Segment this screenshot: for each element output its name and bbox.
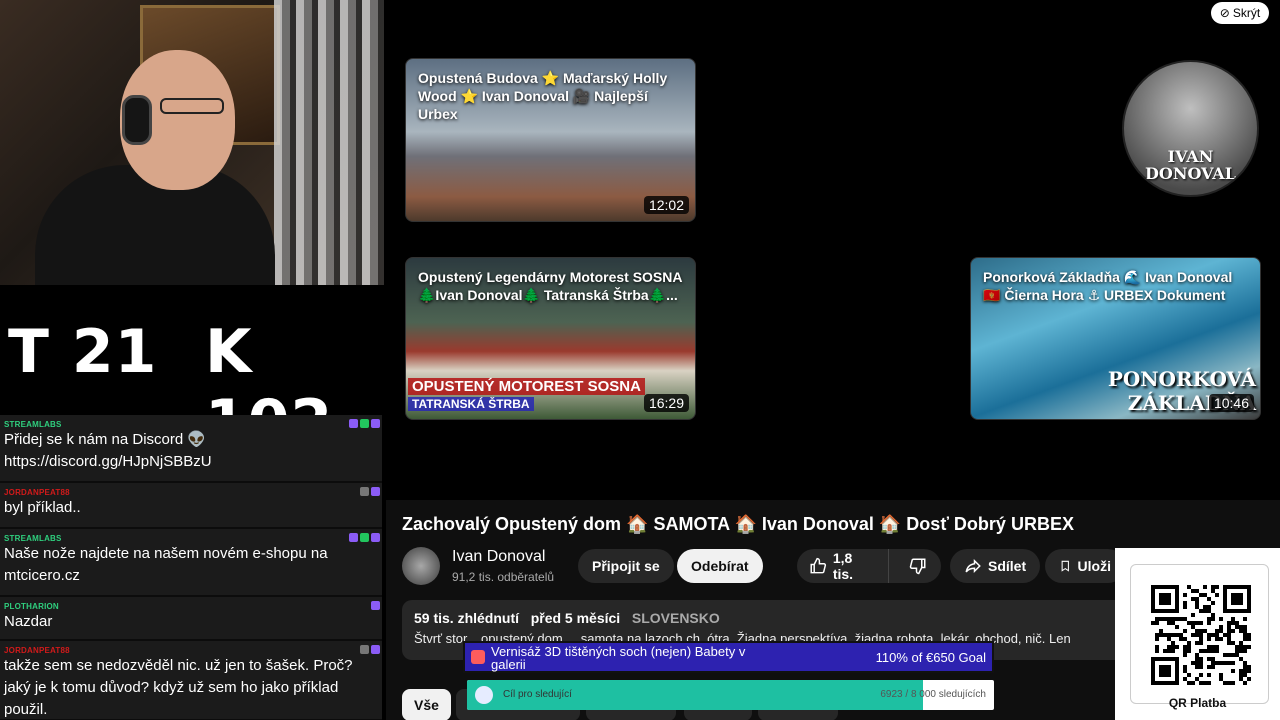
chat-text: takže sem se nedozvěděl nic. už jen to š… [4,657,353,718]
video-duration: 10:46 [1208,394,1254,412]
badge-icon [371,419,380,428]
qr-box [1130,564,1269,704]
badge-icon [360,419,369,428]
chat-message: JORDANPEAT88 takže sem se nedozvěděl nic… [0,641,382,720]
chat-text: byl příklad.. [4,499,81,516]
video-title: Zachovalý Opustený dom 🏠 SAMOTA 🏠 Ivan D… [402,514,1074,534]
headset-icon [122,95,152,145]
score-display: T 21 K 102 [0,285,384,457]
badge-icon [360,487,369,496]
thumbnail-caption: OPUSTENÝ MOTOREST SOSNA [408,378,645,395]
chat-message: STREAMLABS Přidej se k nám na Discord 👽 … [0,415,382,483]
goal-progress: 110% of €650 Goal [875,650,986,665]
chat-badges [349,419,380,428]
dislike-button[interactable] [895,549,941,583]
chat-username: JORDANPEAT88 [4,488,70,497]
channel-card-avatar[interactable]: IVAN DONOVAL [1122,60,1259,197]
acoustic-panel [274,0,384,285]
chat-badges [360,487,380,496]
qr-code [1151,585,1251,685]
goal-icon [475,686,493,704]
save-button[interactable]: Uloži [1045,549,1125,583]
share-icon [965,558,981,574]
share-label: Sdílet [988,558,1027,574]
badge-icon [371,533,380,542]
donation-goal: Vernisáž 3D tištěných soch (nejen) Babet… [463,641,994,673]
thumbs-up-icon [810,557,827,574]
video-card[interactable]: Opustená Budova ⭐ Maďarský Holly Wood ⭐ … [405,58,696,222]
chat-panel: STREAMLABS Přidej se k nám na Discord 👽 … [0,415,382,720]
chat-badges [371,601,380,610]
chat-username: STREAMLABS [4,534,62,543]
channel-card-name-line: IVAN [1167,147,1214,166]
video-card-title: Ponorková Základňa 🌊 Ivan Donoval 🇲🇪 Čie… [983,269,1233,303]
video-card-title: Opustený Legendárny Motorest SOSNA 🌲Ivan… [418,269,682,303]
chat-text: Nazdar [4,613,53,630]
chat-badges [360,645,380,654]
goal-label: Cíl pro sledující [503,689,572,700]
badge-icon [360,533,369,542]
hide-button-label: Skrýt [1232,6,1261,20]
score-t: T 21 [8,317,158,387]
upload-age: před 5 měsíci [530,610,621,626]
video-duration: 16:29 [643,394,689,412]
description-meta: 59 tis. zhlédnutí před 5 měsíci SLOVENSK… [414,610,720,626]
chat-message: JORDANPEAT88 byl příklad.. [0,483,382,529]
glasses [160,98,224,114]
chat-message: STREAMLABS Naše nože najdete na našem no… [0,529,382,597]
chat-message: PLOTHARION Nazdar [0,597,382,641]
webcam-feed [0,0,384,285]
join-button[interactable]: Připojit se [578,549,674,583]
video-card[interactable]: Opustený Legendárny Motorest SOSNA 🌲Ivan… [405,257,696,420]
subscriber-count: 91,2 tis. odběratelů [452,570,555,584]
view-count: 59 tis. zhlédnutí [414,610,520,626]
follower-goal: Cíl pro sledující 6923 / 8 000 sledující… [467,680,994,710]
save-label: Uloži [1077,558,1111,574]
badge-icon [371,645,380,654]
avatar[interactable] [402,547,440,585]
bookmark-icon [1061,560,1069,572]
chat-text: Naše nože najdete na našem novém e-shopu… [4,545,328,584]
goal-icon [471,650,485,664]
hashtag[interactable]: SLOVENSKO [632,610,720,626]
thumbnail-caption-line: PONORKOVÁ [1107,367,1256,391]
subscribe-button[interactable]: Odebírat [677,549,763,583]
video-card-title: Opustená Budova ⭐ Maďarský Holly Wood ⭐ … [418,70,668,122]
video-duration: 12:02 [643,196,689,214]
video-card[interactable]: Ponorková Základňa 🌊 Ivan Donoval 🇲🇪 Čie… [970,257,1261,420]
thumbs-down-icon [909,558,926,575]
qr-label: QR Platba [1168,696,1227,710]
channel-card-name: IVAN DONOVAL [1124,148,1257,182]
eye-off-icon: ⊘ [1219,6,1230,20]
like-dislike-group: 1,8 tis. [797,549,941,583]
chat-username: JORDANPEAT88 [4,646,70,655]
hide-button[interactable]: ⊘ Skrýt [1211,2,1269,24]
channel-name[interactable]: Ivan Donoval [452,548,545,566]
chat-text: Přidej se k nám na Discord 👽 https://dis… [4,431,212,470]
badge-icon [371,601,380,610]
goal-count: 6923 / 8 000 sledujících [880,689,986,700]
chip-all[interactable]: Vše [402,689,451,720]
channel-card-name-line: DONOVAL [1145,164,1236,183]
thumbnail-subcaption: TATRANSKÁ ŠTRBA [408,397,534,411]
like-count: 1,8 tis. [832,550,854,582]
qr-panel: QR Platba [1115,548,1280,720]
badge-icon [371,487,380,496]
like-button[interactable]: 1,8 tis. [797,549,889,583]
badge-icon [349,533,358,542]
chat-username: PLOTHARION [4,602,59,611]
chat-username: STREAMLABS [4,420,62,429]
goal-label: Vernisáž 3D tištěných soch (nejen) Babet… [491,644,746,672]
share-button[interactable]: Sdílet [950,549,1041,583]
chat-badges [349,533,380,542]
badge-icon [360,645,369,654]
badge-icon [349,419,358,428]
